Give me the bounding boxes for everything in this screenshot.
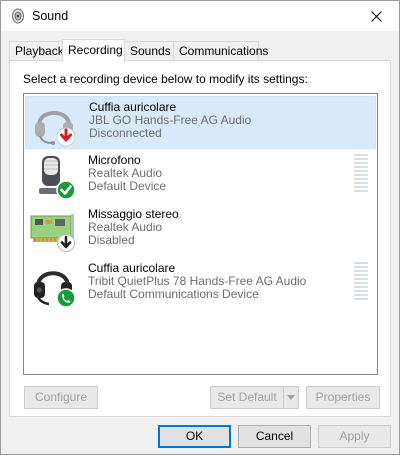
apply-button[interactable]: Apply bbox=[318, 425, 391, 448]
microphone-icon bbox=[39, 156, 76, 200]
device-status: Disabled bbox=[88, 233, 135, 247]
device-list[interactable]: Cuffia auricolare JBL GO Hands-Free AG A… bbox=[23, 93, 378, 375]
sound-card-icon bbox=[30, 214, 75, 252]
properties-button[interactable]: Properties bbox=[306, 386, 380, 409]
default-device-badge-icon bbox=[56, 180, 76, 200]
headset-icon bbox=[34, 271, 76, 308]
sound-dialog: Sound Playback Recording Sounds Communic… bbox=[0, 0, 400, 455]
tab-playback[interactable]: Playback bbox=[9, 41, 64, 61]
close-icon bbox=[370, 10, 382, 22]
cancel-button[interactable]: Cancel bbox=[238, 425, 311, 448]
device-status: Default Communications Device bbox=[88, 287, 259, 301]
title-bar[interactable]: Sound bbox=[1, 1, 399, 31]
set-default-dropdown[interactable] bbox=[283, 386, 299, 409]
device-item[interactable]: Cuffia auricolare Tribit QuietPlus 78 Ha… bbox=[25, 258, 376, 311]
device-item[interactable]: Missaggio stereo Realtek Audio Disabled bbox=[25, 204, 376, 257]
configure-button[interactable]: Configure bbox=[24, 386, 98, 409]
device-status: Disconnected bbox=[89, 126, 162, 140]
tab-recording[interactable]: Recording bbox=[62, 39, 125, 62]
device-status: Default Device bbox=[88, 179, 167, 193]
disconnected-badge-icon bbox=[56, 127, 76, 147]
close-button[interactable] bbox=[353, 1, 399, 31]
set-default-button[interactable]: Set Default bbox=[210, 386, 284, 409]
instruction-text: Select a recording device below to modif… bbox=[23, 72, 308, 86]
headset-icon bbox=[35, 111, 76, 147]
level-meter bbox=[354, 262, 368, 302]
device-item[interactable]: Microfono Realtek Audio Default Device bbox=[25, 150, 376, 203]
speaker-icon bbox=[12, 8, 24, 24]
ok-button[interactable]: OK bbox=[158, 425, 231, 448]
device-item[interactable]: Cuffia auricolare JBL GO Hands-Free AG A… bbox=[25, 96, 376, 149]
communications-badge-icon bbox=[56, 288, 76, 308]
disabled-badge-icon bbox=[57, 234, 75, 252]
chevron-down-icon bbox=[287, 395, 295, 400]
recording-panel: Select a recording device below to modif… bbox=[9, 60, 391, 417]
tab-communications[interactable]: Communications bbox=[173, 41, 268, 61]
level-meter bbox=[354, 154, 368, 194]
tab-sounds[interactable]: Sounds bbox=[124, 41, 174, 61]
window-title: Sound bbox=[32, 9, 69, 23]
